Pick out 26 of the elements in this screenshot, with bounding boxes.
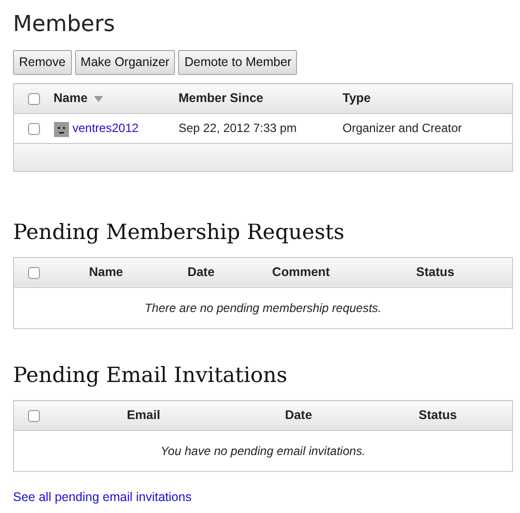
column-header[interactable]: Name [54,91,88,106]
avatar-icon [54,122,68,137]
column-header[interactable]: Status [416,264,454,279]
column-header[interactable]: Email [126,408,160,422]
column-header[interactable]: Name [88,264,124,279]
empty-message: There are no pending membership requests. [144,300,382,315]
table-cell: Organizer and Creator [342,121,462,136]
section-heading: Pending Membership Requests [13,220,346,245]
empty-message: You have no pending email invitations. [160,444,366,458]
invitations-link[interactable]: See all pending email invitations [13,488,192,507]
action-button[interactable]: Demote to Member [178,50,298,76]
checkbox[interactable] [28,410,40,422]
action-button[interactable]: Remove [13,50,72,76]
checkbox[interactable] [28,123,40,136]
column-header[interactable]: Date [187,264,215,279]
section-heading: Pending Email Invitations [13,362,288,388]
section-heading: Members [13,12,116,38]
column-header[interactable]: Status [418,408,457,422]
column-header[interactable]: Type [342,91,371,106]
column-header[interactable]: Date [284,408,312,422]
action-button[interactable]: Make Organizer [74,50,176,76]
table-cell: Sep 22, 2012 7:33 pm [178,121,297,136]
member-link[interactable]: ventres2012 [72,121,139,136]
sort-caret-icon[interactable] [94,96,103,102]
checkbox[interactable] [28,92,40,105]
checkbox[interactable] [28,266,40,279]
